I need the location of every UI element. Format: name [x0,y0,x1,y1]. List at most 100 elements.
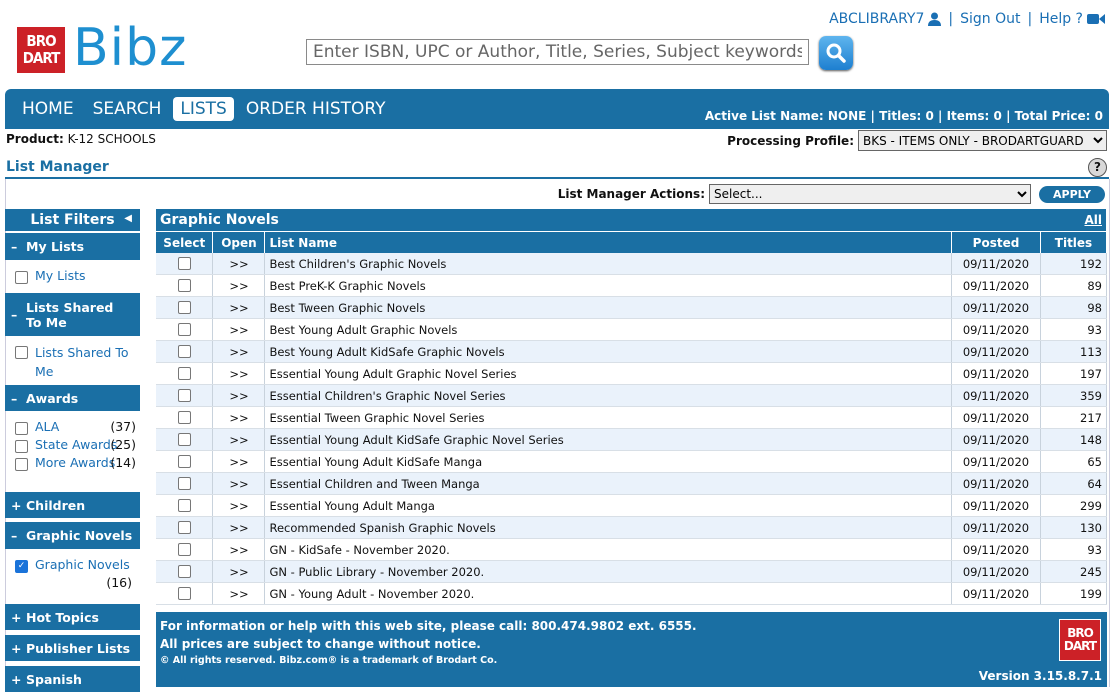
collapse-sidebar-icon[interactable]: ◀ [124,213,132,224]
tab-order-history[interactable]: ORDER HISTORY [239,97,393,121]
filter-item-label[interactable]: My Lists [35,268,86,283]
row-list-name[interactable]: Essential Children and Tween Manga [264,472,952,495]
row-select-checkbox[interactable] [177,323,191,336]
filter-item-state-awards[interactable]: State Awards (25) [15,437,136,453]
filter-checkbox[interactable] [15,271,28,284]
filter-item-label[interactable]: Lists Shared To Me [35,343,135,381]
row-list-name[interactable]: Essential Young Adult Manga [264,494,952,517]
filter-item-lists-shared[interactable]: Lists Shared To Me [10,343,136,381]
row-list-name[interactable]: GN - Young Adult - November 2020. [264,582,952,605]
column-header-list-name[interactable]: List Name [264,232,952,253]
row-select-checkbox[interactable] [177,565,191,578]
row-list-name[interactable]: Essential Young Adult KidSafe Graphic No… [264,428,952,451]
filter-item-ala[interactable]: ALA (37) [15,419,136,435]
filter-group-publisher-lists[interactable]: + Publisher Lists [5,635,140,661]
row-open-link[interactable]: >> [212,494,266,517]
row-open-link[interactable]: >> [212,362,266,385]
help-link[interactable]: Help ? [1039,11,1083,27]
column-header-titles[interactable]: Titles [1040,232,1108,253]
row-open-link[interactable]: >> [212,516,266,539]
row-open-link[interactable]: >> [212,582,266,605]
row-select-checkbox[interactable] [177,345,191,358]
row-list-name[interactable]: GN - Public Library - November 2020. [264,560,952,583]
checkbox-checked-icon[interactable]: ✓ [15,560,28,573]
filter-item-label[interactable]: ALA [35,419,59,434]
row-select-checkbox[interactable] [177,587,191,600]
video-camera-icon[interactable] [1087,13,1105,25]
tab-lists[interactable]: LISTS [173,97,234,121]
filter-checkbox[interactable] [15,458,28,471]
processing-profile-select[interactable]: BKS - ITEMS ONLY - BRODARTGUARD [858,130,1107,151]
bibz-wordmark[interactable]: Bibz [73,18,187,78]
filter-checkbox[interactable] [15,422,28,435]
filter-group-hot-topics[interactable]: + Hot Topics [5,604,140,630]
filter-item-label[interactable]: Graphic Novels [35,557,130,572]
row-select-checkbox[interactable] [177,257,191,270]
row-list-name[interactable]: Essential Young Adult Graphic Novel Seri… [264,362,952,385]
account-name[interactable]: ABCLIBRARY7 [829,11,924,27]
search-button[interactable] [819,36,853,70]
row-list-name[interactable]: GN - KidSafe - November 2020. [264,538,952,561]
row-posted-date: 09/11/2020 [951,406,1041,429]
row-list-name[interactable]: Essential Tween Graphic Novel Series [264,406,952,429]
row-select-checkbox[interactable] [177,521,191,534]
row-list-name[interactable]: Best Children's Graphic Novels [264,253,952,275]
row-titles-count: 192 [1040,253,1108,275]
filter-group-lists-shared[interactable]: – Lists Shared To Me [5,293,140,336]
row-select-checkbox[interactable] [177,543,191,556]
help-icon[interactable]: ? [1088,158,1107,177]
filter-item-my-lists[interactable]: My Lists [15,268,136,284]
row-select-checkbox[interactable] [177,433,191,446]
row-open-link[interactable]: >> [212,318,266,341]
sign-out-link[interactable]: Sign Out [960,11,1020,27]
row-open-link[interactable]: >> [212,450,266,473]
row-open-link[interactable]: >> [212,472,266,495]
row-list-name[interactable]: Best PreK-K Graphic Novels [264,274,952,297]
tab-search[interactable]: SEARCH [86,97,169,121]
row-open-link[interactable]: >> [212,538,266,561]
row-open-link[interactable]: >> [212,384,266,407]
row-open-link[interactable]: >> [212,296,266,319]
row-select-checkbox[interactable] [177,455,191,468]
row-titles-count: 217 [1040,406,1108,429]
filter-item-count: (16) [106,575,132,590]
row-list-name[interactable]: Best Young Adult Graphic Novels [264,318,952,341]
all-link[interactable]: All [1084,213,1102,227]
filter-item-graphic-novels[interactable]: ✓ Graphic Novels [15,557,136,573]
row-select-checkbox[interactable] [177,477,191,490]
filter-group-my-lists[interactable]: – My Lists [5,233,140,260]
filter-group-children[interactable]: + Children [5,492,140,518]
row-select-checkbox[interactable] [177,499,191,512]
row-select-checkbox[interactable] [177,301,191,314]
row-open-link[interactable]: >> [212,274,266,297]
column-header-posted[interactable]: Posted [951,232,1041,253]
filter-item-label[interactable]: State Awards [35,437,117,452]
row-list-name[interactable]: Essential Young Adult KidSafe Manga [264,450,952,473]
filter-item-label[interactable]: More Awards [35,455,115,470]
actions-select[interactable]: Select... [709,184,1031,204]
row-select-checkbox[interactable] [177,411,191,424]
row-list-name[interactable]: Best Young Adult KidSafe Graphic Novels [264,340,952,363]
filter-group-graphic-novels[interactable]: – Graphic Novels [5,522,140,549]
row-select-checkbox[interactable] [177,389,191,402]
filter-checkbox[interactable] [15,346,28,359]
row-open-link[interactable]: >> [212,340,266,363]
brodart-logo[interactable]: BRO DART [17,27,65,73]
row-open-link[interactable]: >> [212,406,266,429]
row-open-link[interactable]: >> [212,253,266,275]
apply-button[interactable]: APPLY [1039,185,1105,203]
row-select-checkbox[interactable] [177,279,191,292]
filter-item-more-awards[interactable]: More Awards (14) [15,455,136,471]
filter-checkbox[interactable] [15,440,28,453]
row-list-name[interactable]: Recommended Spanish Graphic Novels [264,516,952,539]
tab-home[interactable]: HOME [15,97,81,121]
filter-group-awards[interactable]: – Awards [5,385,140,411]
row-list-name[interactable]: Essential Children's Graphic Novel Serie… [264,384,952,407]
row-select-checkbox[interactable] [177,367,191,380]
row-titles-count: 197 [1040,362,1108,385]
row-open-link[interactable]: >> [212,560,266,583]
filter-group-spanish[interactable]: + Spanish [5,666,140,692]
row-list-name[interactable]: Best Tween Graphic Novels [264,296,952,319]
search-input[interactable] [306,39,809,65]
row-open-link[interactable]: >> [212,428,266,451]
